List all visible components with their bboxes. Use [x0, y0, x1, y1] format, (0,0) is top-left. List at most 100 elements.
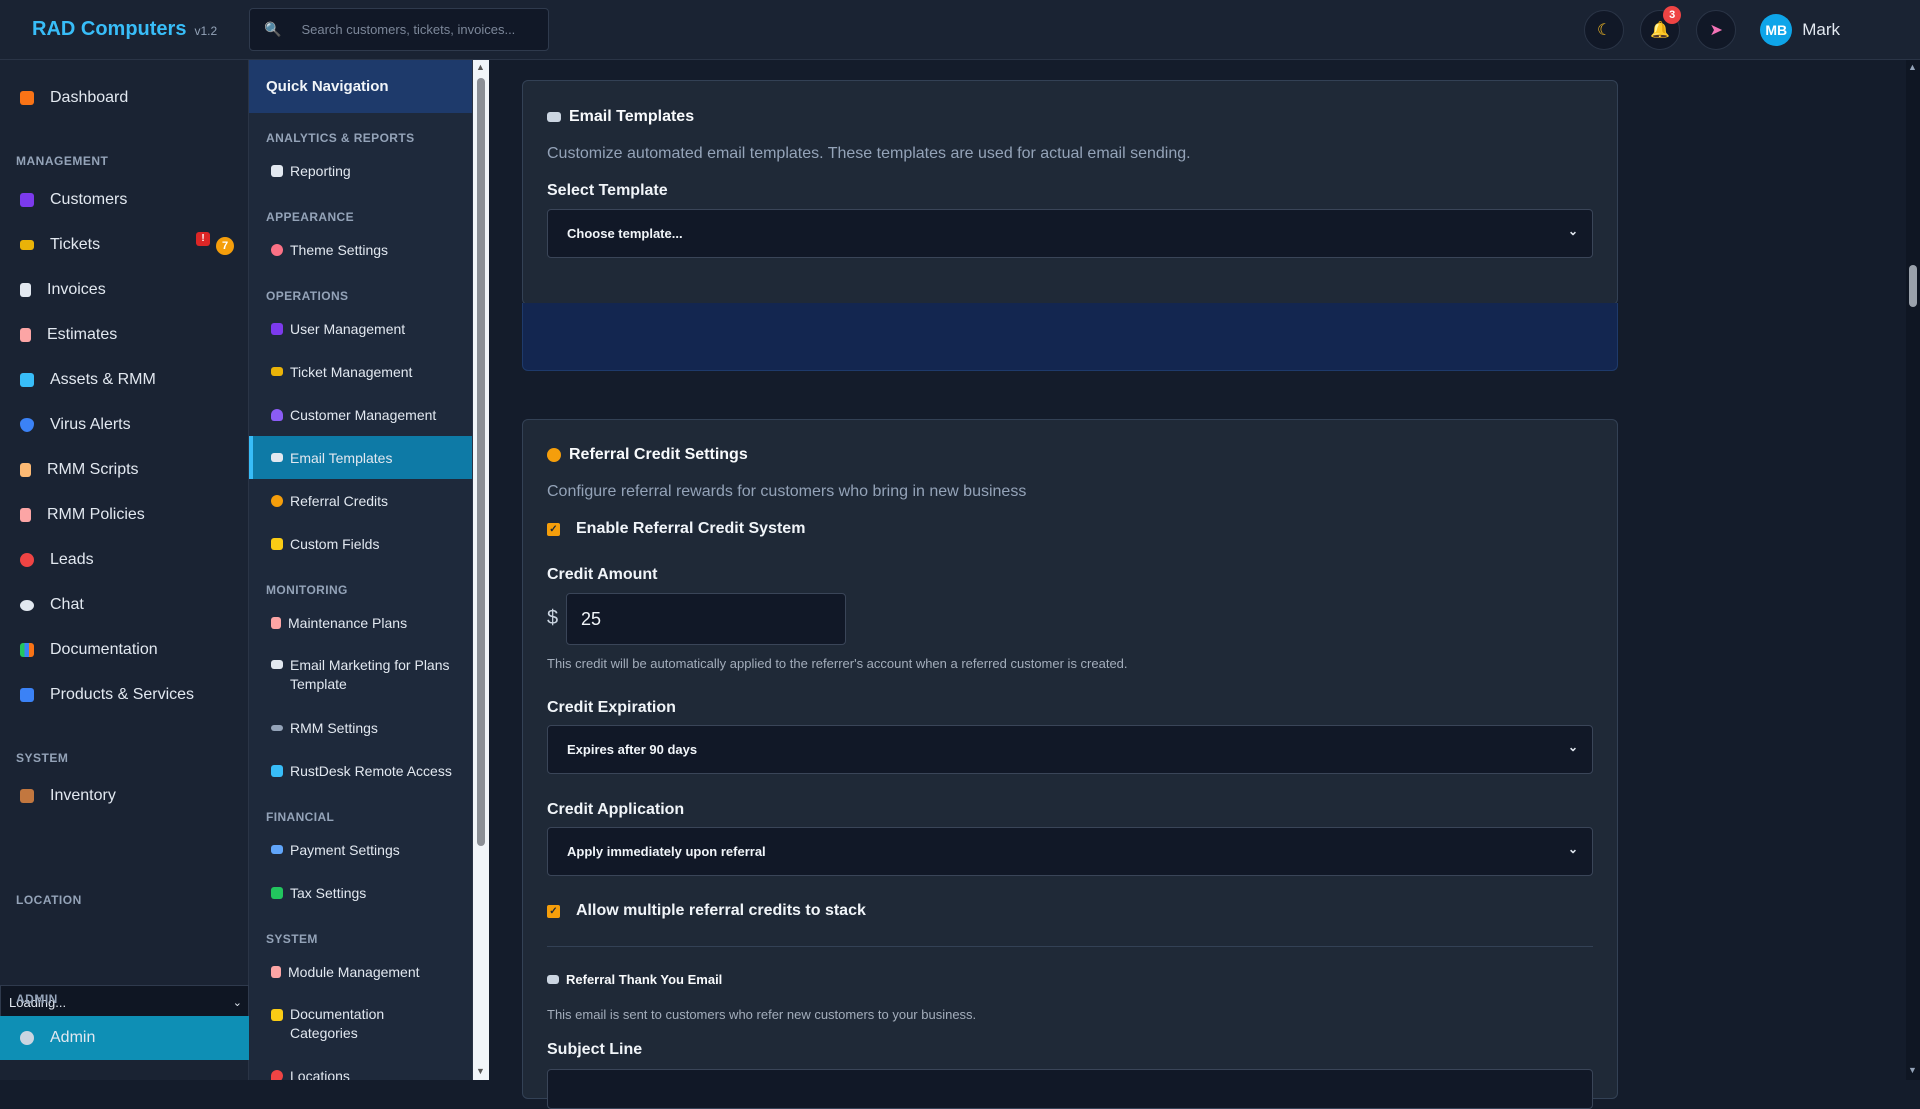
qnav-item-rustdesk[interactable]: RustDesk Remote Access [249, 749, 472, 792]
sidebar-item-rmm-scripts[interactable]: RMM Scripts [0, 451, 249, 489]
search-box[interactable]: 🔍 [249, 8, 549, 51]
qnav-item-payment-settings[interactable]: Payment Settings [249, 828, 472, 871]
sidebar-item-dashboard[interactable]: Dashboard [0, 79, 249, 117]
document-icon [20, 283, 31, 297]
sidebar-item-estimates[interactable]: Estimates [0, 316, 249, 354]
envelope-icon [547, 112, 561, 122]
scroll-down-arrow-icon[interactable]: ▼ [476, 1066, 485, 1076]
sidebar-item-inventory[interactable]: Inventory [0, 777, 249, 815]
qnav-item-doc-categories[interactable]: Documentation Categories [249, 997, 472, 1053]
qnav-item-label: Payment Settings [290, 841, 400, 858]
avatar[interactable]: MB [1760, 14, 1793, 46]
ticket-icon [20, 240, 34, 250]
version-label: v1.2 [194, 24, 218, 38]
scroll-up-arrow-icon[interactable]: ▲ [476, 62, 485, 72]
qnav-item-theme-settings[interactable]: Theme Settings [249, 228, 472, 271]
sidebar-item-label: Customers [50, 191, 128, 208]
qnav-item-label: Tax Settings [290, 884, 367, 901]
qnav-section-operations: OPERATIONS [266, 289, 349, 303]
qnav-item-locations[interactable]: Locations [249, 1054, 472, 1081]
template-select[interactable]: Choose template... ⌄ [547, 209, 1593, 258]
page-scrollbar[interactable]: ▲ ▼ [1906, 60, 1920, 1080]
satellite-icon [271, 724, 283, 731]
sidebar-item-tickets[interactable]: Tickets ! 7 [0, 226, 249, 264]
qnav-item-tax-settings[interactable]: Tax Settings [249, 871, 472, 914]
chevron-down-icon: ⌄ [232, 997, 242, 1009]
user-name[interactable]: Mark [1802, 20, 1840, 40]
chat-bubble-icon [20, 599, 34, 611]
credit-amount-label: Credit Amount [547, 566, 658, 583]
credit-amount-input[interactable]: 25 [566, 593, 846, 645]
chevron-down-icon: ⌄ [1567, 740, 1578, 754]
notifications-button[interactable]: 🔔 3 [1640, 6, 1682, 50]
card-title-text: Referral Credit Settings [569, 446, 748, 463]
credit-application-select[interactable]: Apply immediately upon referral ⌄ [547, 827, 1593, 876]
folder-icon [271, 1009, 283, 1021]
template-select-value: Choose template... [567, 226, 683, 241]
scroll-icon [20, 463, 31, 477]
qnav-item-label: Ticket Management [290, 363, 413, 380]
quick-nav-scrollbar[interactable]: ▲ ▼ [473, 60, 489, 1080]
qnav-section-financial: FINANCIAL [266, 810, 335, 824]
sidebar-item-rmm-policies[interactable]: RMM Policies [0, 496, 249, 534]
sidebar-item-leads[interactable]: Leads [0, 541, 249, 579]
sidebar-item-virus-alerts[interactable]: Virus Alerts [0, 406, 249, 444]
qnav-item-label: Email Marketing for Plans Template [290, 657, 450, 692]
subject-line-input[interactable] [547, 1069, 1593, 1109]
checkmark-icon: ✓ [547, 904, 560, 918]
qnav-item-custom-fields[interactable]: Custom Fields [249, 522, 472, 565]
sidebar-item-label: Virus Alerts [50, 416, 131, 433]
checkbox-label: Allow multiple referral credits to stack [576, 902, 866, 919]
sidebar-item-chat[interactable]: Chat [0, 586, 249, 624]
scrollbar-thumb[interactable] [477, 78, 485, 846]
sidebar-item-assets[interactable]: Assets & RMM [0, 361, 249, 399]
sidebar-item-invoices[interactable]: Invoices [0, 271, 249, 309]
scroll-down-arrow-icon[interactable]: ▼ [1908, 1065, 1917, 1075]
enable-referral-checkbox[interactable]: ✓ Enable Referral Credit System [547, 520, 805, 538]
page-scrollbar-thumb[interactable] [1909, 265, 1917, 307]
chevron-down-icon: ⌄ [1567, 842, 1578, 856]
palette-icon [271, 243, 283, 256]
brand-name[interactable]: RAD Computers [32, 18, 186, 41]
divider [547, 946, 1593, 947]
sidebar-item-label: Admin [50, 1029, 96, 1046]
email-templates-title: Email Templates [547, 108, 694, 126]
qnav-item-label: Maintenance Plans [288, 614, 408, 631]
qnav-item-rmm-settings[interactable]: RMM Settings [249, 706, 472, 749]
stack-credits-checkbox[interactable]: ✓ Allow multiple referral credits to stac… [547, 902, 866, 920]
qnav-item-ticket-management[interactable]: Ticket Management [249, 350, 472, 393]
qnav-item-email-marketing[interactable]: Email Marketing for Plans Template [249, 648, 472, 704]
select-template-label: Select Template [547, 182, 668, 199]
quick-launch-button[interactable]: ➤ [1696, 10, 1737, 50]
package-icon [20, 789, 34, 803]
email-templates-card: Email Templates Customize automated emai… [522, 80, 1618, 305]
sidebar-item-admin[interactable]: Admin [0, 1016, 249, 1060]
monitor-icon [271, 764, 283, 777]
qnav-item-user-management[interactable]: User Management [249, 307, 472, 350]
sidebar-item-customers[interactable]: Customers [0, 181, 249, 219]
users-icon [20, 193, 34, 207]
sidebar-item-documentation[interactable]: Documentation [0, 631, 249, 669]
qnav-item-referral-credits[interactable]: Referral Credits [249, 479, 472, 522]
brand[interactable]: RAD Computers v1.2 [0, 18, 249, 41]
sidebar-item-label: RMM Policies [47, 506, 145, 523]
user-menu[interactable]: MB Mark [1760, 14, 1840, 46]
laptop-icon [20, 373, 34, 387]
qnav-section-analytics: ANALYTICS & REPORTS [266, 131, 415, 145]
envelope-icon [547, 975, 559, 984]
sidebar-item-products[interactable]: Products & Services [0, 676, 249, 714]
qnav-item-reporting[interactable]: Reporting [249, 149, 472, 192]
money-bag-icon [547, 448, 561, 462]
qnav-item-label: Locations [290, 1067, 350, 1081]
theme-toggle-button[interactable]: ☾ [1584, 10, 1625, 50]
scroll-up-arrow-icon[interactable]: ▲ [1908, 62, 1917, 72]
clipboard-icon [20, 328, 31, 342]
search-input[interactable] [301, 22, 542, 37]
qnav-item-label: User Management [290, 320, 406, 337]
qnav-item-email-templates[interactable]: Email Templates [249, 436, 472, 479]
qnav-item-label: Custom Fields [290, 535, 380, 552]
credit-expiration-select[interactable]: Expires after 90 days ⌄ [547, 725, 1593, 774]
qnav-item-module-management[interactable]: Module Management [249, 950, 472, 993]
qnav-item-maintenance-plans[interactable]: Maintenance Plans [249, 601, 472, 644]
qnav-item-customer-management[interactable]: Customer Management [249, 393, 472, 436]
